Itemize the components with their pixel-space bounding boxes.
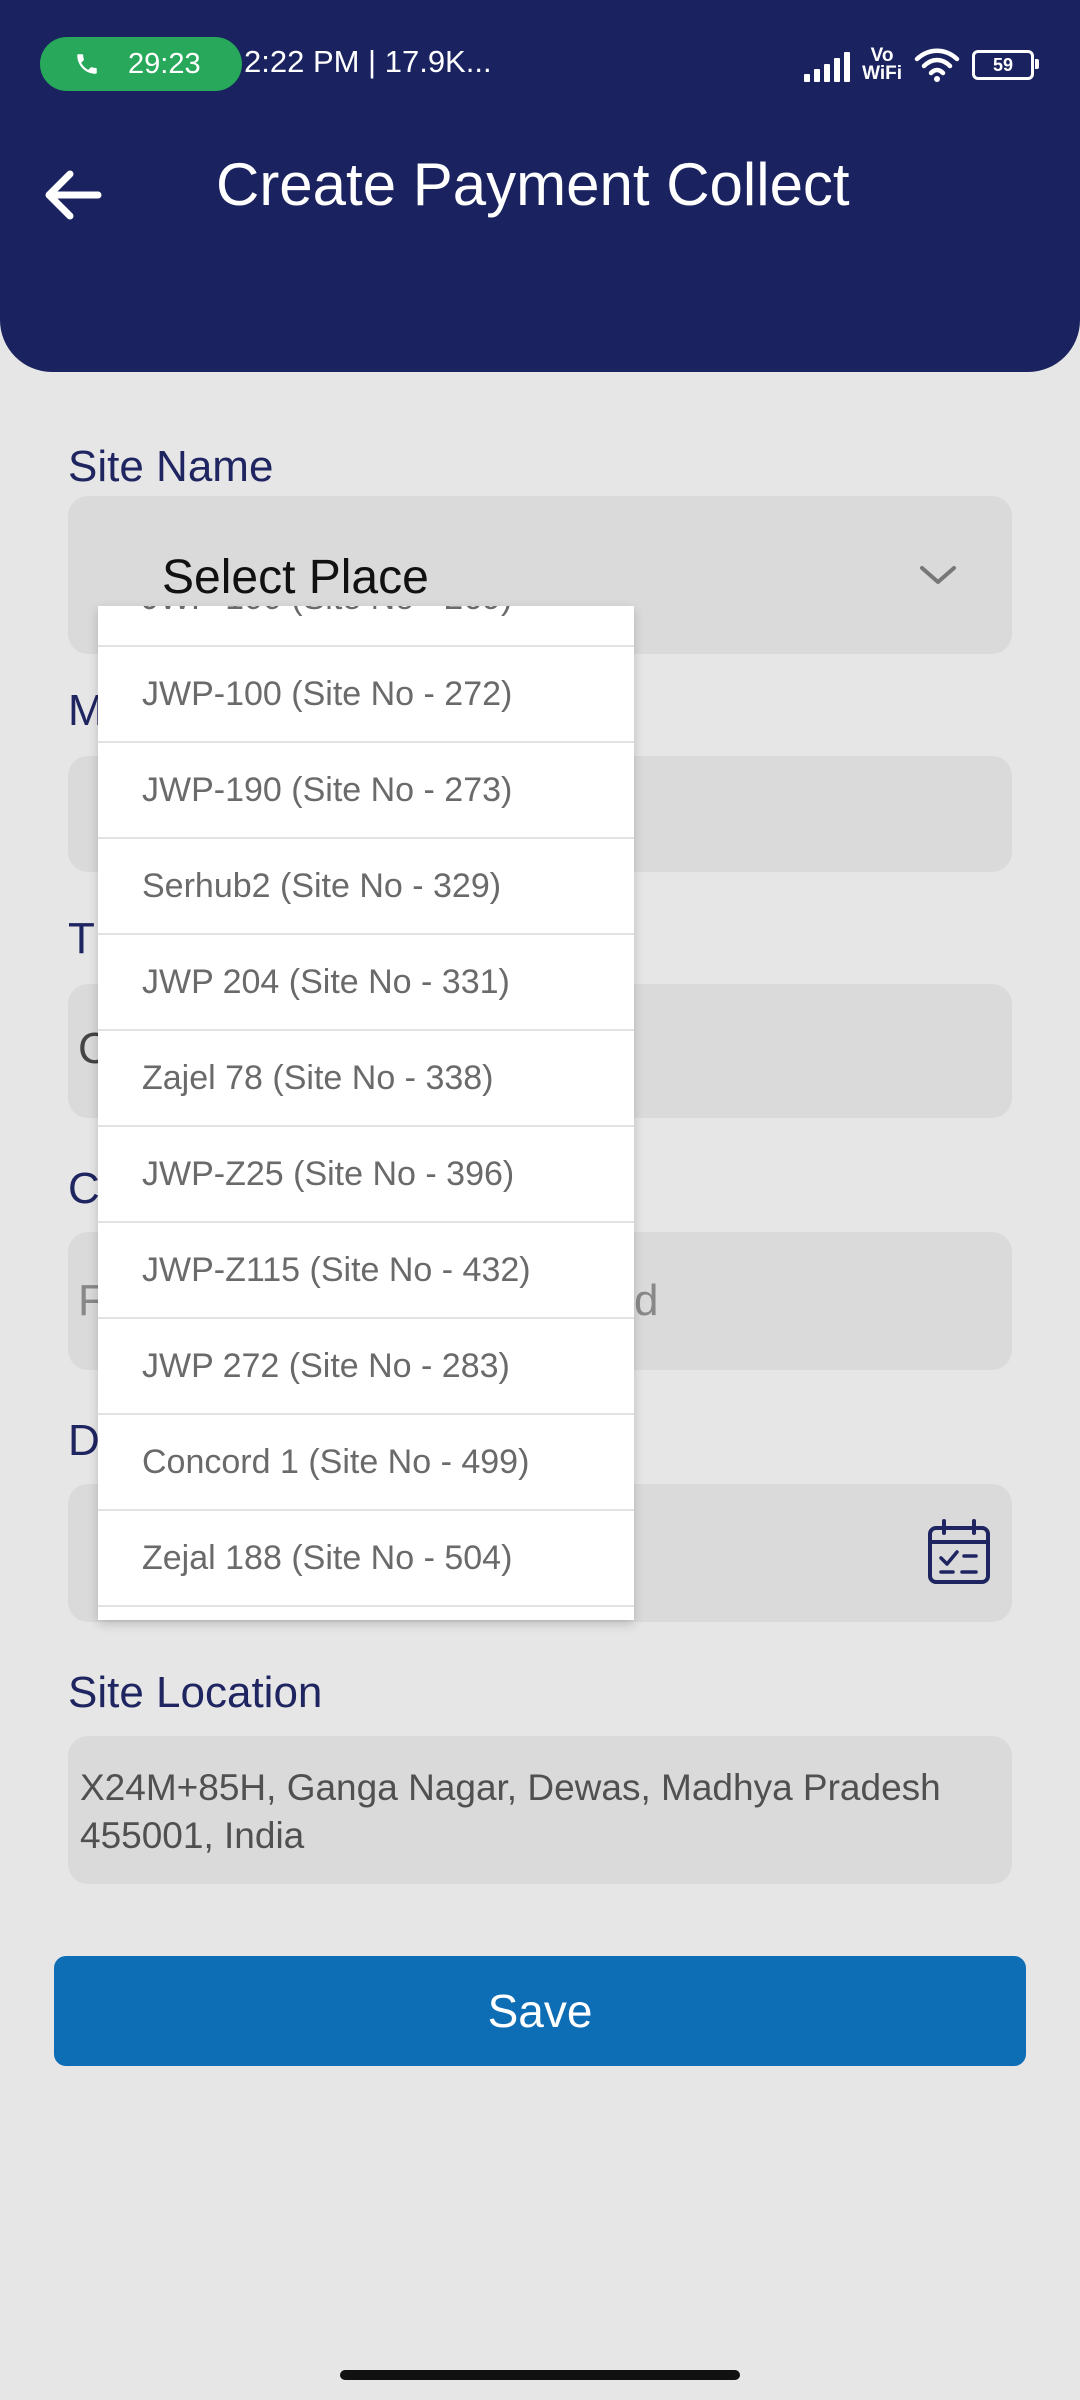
phone-icon bbox=[77, 54, 97, 74]
field-3-label: T bbox=[68, 914, 95, 963]
dropdown-item[interactable]: JWP 204 (Site No - 331) bbox=[98, 935, 634, 1031]
dropdown-item[interactable]: Zejal 188 (Site No - 504) bbox=[98, 1511, 634, 1607]
dropdown-item[interactable]: JWP-100 (Site No - 269) bbox=[98, 606, 634, 647]
ongoing-call-pill[interactable]: 29:23 bbox=[40, 37, 242, 91]
dropdown-item[interactable]: Serhub2 (Site No - 329) bbox=[98, 839, 634, 935]
date-label: D bbox=[68, 1416, 100, 1465]
chevron-down-icon[interactable] bbox=[914, 560, 962, 590]
site-name-value: Select Place bbox=[162, 551, 429, 604]
save-button[interactable]: Save bbox=[54, 1956, 1026, 2066]
wifi-icon bbox=[914, 48, 960, 82]
vowifi-bottom: WiFi bbox=[862, 63, 902, 84]
back-arrow-icon[interactable] bbox=[36, 158, 110, 232]
dropdown-item[interactable]: Concord 1 (Site No - 499) bbox=[98, 1415, 634, 1511]
battery-icon: 59 bbox=[972, 50, 1039, 80]
site-location-label: Site Location bbox=[68, 1668, 323, 1717]
site-dropdown-menu[interactable]: JWP-100 (Site No - 269) JWP-100 (Site No… bbox=[98, 606, 634, 1620]
vowifi-icon: Vo WiFi bbox=[862, 46, 902, 84]
home-indicator[interactable] bbox=[340, 2370, 740, 2380]
field-4-placeholder-end: d bbox=[634, 1276, 659, 1325]
system-icons: Vo WiFi 59 bbox=[804, 40, 1039, 90]
dropdown-item[interactable]: JWP 272 (Site No - 283) bbox=[98, 1319, 634, 1415]
dropdown-item[interactable]: JWP-100 (Site No - 272) bbox=[98, 647, 634, 743]
page-title: Create Payment Collect bbox=[216, 151, 850, 218]
call-timer: 29:23 bbox=[128, 47, 201, 80]
field-4-label: C bbox=[68, 1164, 100, 1213]
dropdown-item[interactable]: JWP-Z25 (Site No - 396) bbox=[98, 1127, 634, 1223]
calendar-icon[interactable] bbox=[926, 1518, 992, 1586]
dropdown-item[interactable]: JWP-Z115 (Site No - 432) bbox=[98, 1223, 634, 1319]
battery-level: 59 bbox=[992, 54, 1014, 75]
signal-icon bbox=[804, 48, 851, 82]
app-header: 29:23 2:22 PM | 17.9K... Vo WiFi 59 Crea bbox=[0, 0, 1080, 372]
status-time: 2:22 PM | 17.9K... bbox=[244, 44, 492, 79]
site-location-value: X24M+85H, Ganga Nagar, Dewas, Madhya Pra… bbox=[80, 1767, 941, 1856]
status-bar: 29:23 2:22 PM | 17.9K... Vo WiFi 59 bbox=[0, 0, 1080, 130]
dropdown-item[interactable]: JWP-190 (Site No - 273) bbox=[98, 743, 634, 839]
site-name-label: Site Name bbox=[68, 442, 274, 491]
site-dropdown-list: JWP-100 (Site No - 269) JWP-100 (Site No… bbox=[98, 606, 634, 1607]
dropdown-item[interactable]: Zajel 78 (Site No - 338) bbox=[98, 1031, 634, 1127]
